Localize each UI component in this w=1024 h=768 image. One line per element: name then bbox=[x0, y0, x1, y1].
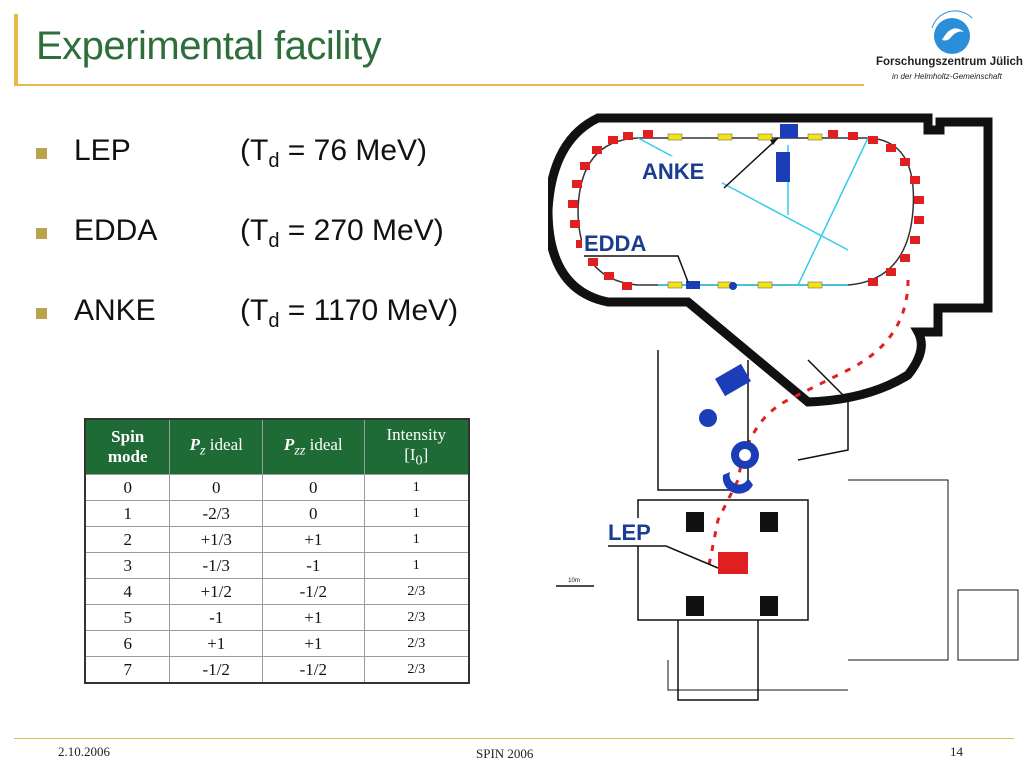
scale-bar: 10m bbox=[556, 578, 594, 587]
page-title: Experimental facility bbox=[36, 24, 382, 68]
shielding-block bbox=[686, 512, 704, 532]
cell-spin-mode: 4 bbox=[84, 578, 171, 605]
bullet-energy: (Td = 1170 MeV) bbox=[240, 294, 459, 332]
bullet-label: EDDA bbox=[74, 214, 158, 247]
bullet-square-icon bbox=[36, 148, 47, 159]
header-spin-mode: Spin mode bbox=[84, 418, 171, 475]
cell-pzz: -1/2 bbox=[262, 656, 365, 684]
svg-text:LEP: LEP bbox=[608, 520, 651, 545]
bullet-lep: LEP (Td = 76 MeV) bbox=[36, 134, 506, 174]
cell-spin-mode: 6 bbox=[84, 630, 171, 657]
table-header-row: Spin mode Pz ideal Pzz ideal Intensity [I… bbox=[84, 418, 470, 475]
cell-pzz: +1 bbox=[262, 604, 365, 631]
cell-pzz: 0 bbox=[262, 474, 365, 501]
svg-text:10m: 10m bbox=[568, 578, 580, 584]
ring-magnets bbox=[568, 130, 924, 290]
cell-spin-mode: 0 bbox=[84, 474, 171, 501]
table-row: 4 +1/2 -1/2 2/3 bbox=[84, 578, 470, 605]
svg-text:ANKE: ANKE bbox=[642, 159, 704, 184]
table-row: 6 +1 +1 2/3 bbox=[84, 630, 470, 657]
cell-pz: +1/2 bbox=[169, 578, 264, 605]
title-accent-bar bbox=[14, 14, 18, 84]
anke-label: ANKE bbox=[640, 137, 779, 189]
table-row: 5 -1 +1 2/3 bbox=[84, 604, 470, 631]
bullet-label: ANKE bbox=[74, 294, 156, 327]
cell-pz: -1/2 bbox=[169, 656, 264, 684]
table-row: 0001 bbox=[84, 474, 470, 501]
svg-text:EDDA: EDDA bbox=[584, 231, 646, 256]
table-row: 7 -1/2 -1/2 2/3 bbox=[84, 656, 470, 684]
footer-page-number: 14 bbox=[950, 744, 963, 759]
header-intensity: Intensity [I0] bbox=[363, 418, 470, 475]
cell-pzz: +1 bbox=[262, 526, 365, 553]
bullet-anke: ANKE (Td = 1170 MeV) bbox=[36, 294, 506, 334]
side-buildings bbox=[667, 479, 1019, 691]
cell-intensity: 1 bbox=[363, 552, 470, 579]
cell-pzz: 0 bbox=[262, 500, 365, 527]
bullet-edda: EDDA (Td = 270 MeV) bbox=[36, 214, 506, 254]
footer-divider bbox=[14, 738, 1014, 739]
table-row: 3 -1/3 -1 1 bbox=[84, 552, 470, 579]
cell-intensity: 2/3 bbox=[363, 604, 470, 631]
cell-intensity: 1 bbox=[363, 500, 470, 527]
cell-spin-mode: 3 bbox=[84, 552, 171, 579]
cell-pz: +1 bbox=[169, 630, 264, 657]
logo-subtitle: in der Helmholtz-Gemeinschaft bbox=[892, 72, 1002, 81]
bullet-energy: (Td = 76 MeV) bbox=[240, 134, 428, 172]
header-pz: Pz ideal bbox=[169, 418, 264, 475]
shielding-block bbox=[760, 512, 778, 532]
footer-conference: SPIN 2006 bbox=[476, 746, 534, 761]
cell-pz: -2/3 bbox=[169, 500, 264, 527]
anke-detector bbox=[776, 124, 798, 182]
table-row: 2 +1/3 +1 1 bbox=[84, 526, 470, 553]
ring-building-outline bbox=[548, 113, 993, 407]
cell-pzz: -1/2 bbox=[262, 578, 365, 605]
facility-map: 10m ANKE EDDA LEP bbox=[548, 113, 1019, 701]
cell-pz: +1/3 bbox=[169, 526, 264, 553]
spin-mode-table: Spin mode Pz ideal Pzz ideal Intensity [I… bbox=[84, 418, 470, 684]
cell-pzz: +1 bbox=[262, 630, 365, 657]
bullet-energy: (Td = 270 MeV) bbox=[240, 214, 444, 252]
footer-date: 2.10.2006 bbox=[58, 744, 110, 759]
cell-pzz: -1 bbox=[262, 552, 365, 579]
logo-name: Forschungszentrum Jülich bbox=[876, 56, 1023, 68]
header-pzz: Pzz ideal bbox=[262, 418, 365, 475]
cell-pz: 0 bbox=[169, 474, 264, 501]
cell-intensity: 1 bbox=[363, 474, 470, 501]
lep-source bbox=[718, 552, 748, 574]
cell-pz: -1 bbox=[169, 604, 264, 631]
cell-intensity: 1 bbox=[363, 526, 470, 553]
cell-pz: -1/3 bbox=[169, 552, 264, 579]
bullet-square-icon bbox=[36, 228, 47, 239]
bullet-label: LEP bbox=[74, 134, 131, 167]
table-row: 1 -2/3 0 1 bbox=[84, 500, 470, 527]
edda-label: EDDA bbox=[582, 230, 689, 283]
table-body: 0 0 0 1 1 -2/3 0 1 2 +1/3 +1 1 3 -1/3 -1 1 4 +1/2 -1/2 2/3 5… bbox=[84, 474, 470, 684]
shielding-block bbox=[686, 596, 704, 616]
cell-spin-mode: 2 bbox=[84, 526, 171, 553]
title-underline bbox=[14, 84, 864, 86]
cosy-ring bbox=[577, 137, 915, 286]
cell-intensity: 2/3 bbox=[363, 630, 470, 657]
bullet-square-icon bbox=[36, 308, 47, 319]
cell-spin-mode: 5 bbox=[84, 604, 171, 631]
cyclotron bbox=[699, 363, 759, 494]
cell-spin-mode: 1 bbox=[84, 500, 171, 527]
cell-spin-mode: 7 bbox=[84, 656, 171, 684]
cell-intensity: 2/3 bbox=[363, 656, 470, 684]
cell-intensity: 2/3 bbox=[363, 578, 470, 605]
shielding-block bbox=[760, 596, 778, 616]
